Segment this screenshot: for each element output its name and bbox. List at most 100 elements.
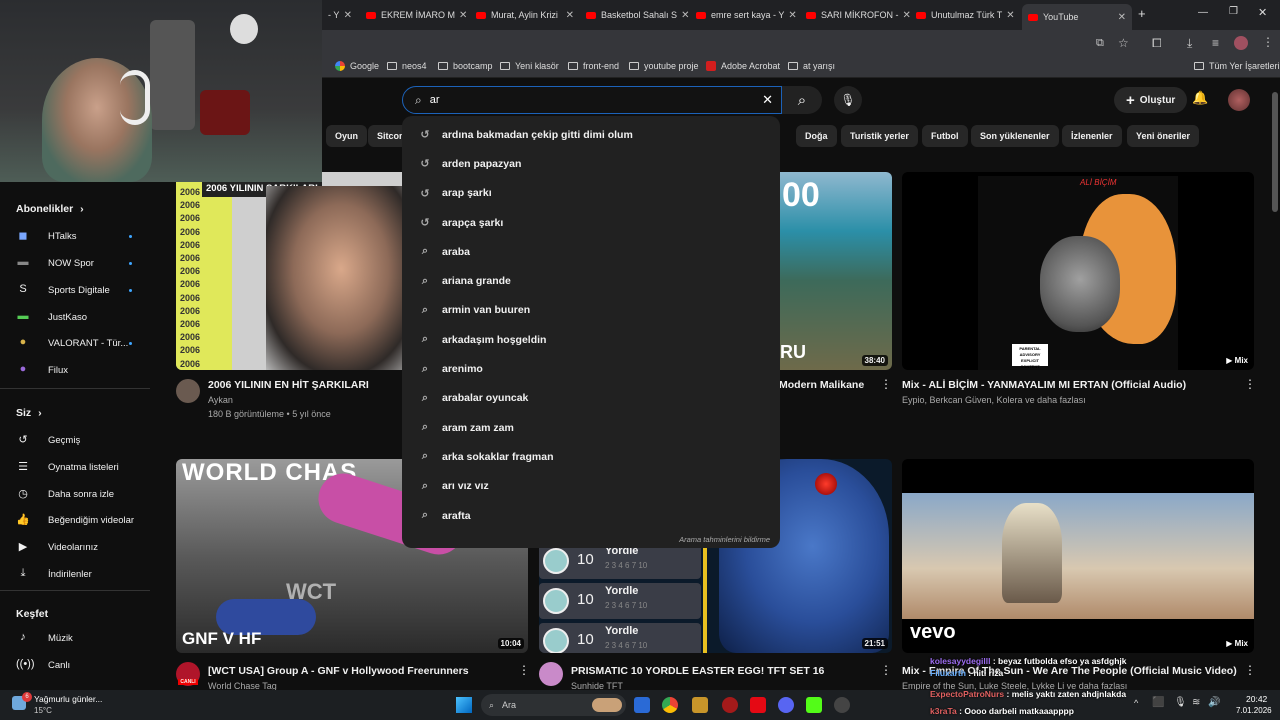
video-title[interactable]: 2006 YILININ EN HİT ŞARKILARI [208, 379, 369, 391]
new-tab-icon[interactable]: + [1138, 6, 1146, 21]
browser-tab[interactable]: Basketbol Sahalı S ✕ [580, 4, 690, 26]
bookmark-item[interactable]: bootcamp [438, 61, 493, 71]
clear-search-icon[interactable]: ✕ [762, 92, 773, 108]
suggestion-item[interactable]: ↺ arden papazyan [402, 149, 780, 178]
suggestion-item[interactable]: ⌕ arkadaşım hoşgeldin [402, 325, 780, 354]
suggestion-item[interactable]: ⌕ arabalar oyuncak [402, 384, 780, 413]
browser-tab-active[interactable]: YouTube ✕ [1022, 4, 1132, 30]
close-tab-icon[interactable]: ✕ [340, 10, 352, 21]
sidebar-item-history[interactable]: ↺ Geçmiş [16, 433, 136, 447]
suggestion-item[interactable]: ↺ arap şarkı [402, 179, 780, 208]
close-tab-icon[interactable]: ✕ [677, 10, 689, 21]
file-explorer-icon[interactable] [692, 697, 708, 713]
close-window-icon[interactable]: ✕ [1258, 6, 1267, 19]
suggestion-item[interactable]: ⌕ ariana grande [402, 266, 780, 295]
bookmark-item[interactable]: Yeni klasör [500, 61, 559, 71]
more-options-icon[interactable]: ⋮ [518, 663, 530, 677]
bookmark-item[interactable]: youtube proje [629, 61, 699, 71]
close-tab-icon[interactable]: ✕ [899, 10, 910, 21]
channel-avatar[interactable]: CANLI [176, 662, 200, 686]
windows-start-icon[interactable] [456, 697, 472, 713]
sidebar-item-subscription[interactable]: S Sports Digitale [16, 283, 136, 297]
suggestion-item[interactable]: ↺ arapça şarkı [402, 208, 780, 237]
maximize-icon[interactable]: ❐ [1229, 6, 1238, 17]
suggestion-item[interactable]: ↺ ardına bakmadan çekip gitti dimi olum [402, 120, 780, 149]
page-scrollbar[interactable] [1272, 92, 1278, 212]
account-avatar[interactable] [1228, 89, 1250, 111]
browser-tab[interactable]: emre sert kaya - Y ✕ [690, 4, 800, 26]
sidebar-item-your-videos[interactable]: ▶ Videolarınız [16, 540, 136, 554]
kick-taskbar-icon[interactable] [806, 697, 822, 713]
sidebar-item-subscription[interactable]: ▬ JustKaso [16, 310, 136, 324]
search-button[interactable]: ⌕ [782, 86, 822, 114]
sidebar-item-subscription[interactable]: ● VALORANT - Tür... [16, 336, 136, 350]
suggestion-item[interactable]: ⌕ armin van buuren [402, 296, 780, 325]
chrome-taskbar-icon[interactable] [662, 697, 678, 713]
close-tab-icon[interactable]: ✕ [1002, 10, 1014, 21]
suggestion-item[interactable]: ⌕ araba [402, 237, 780, 266]
weather-title[interactable]: Yağmurlu günler... [34, 694, 102, 704]
sidebar-item-playlists[interactable]: ☰ Oynatma listeleri [16, 460, 136, 474]
download-icon[interactable]: ⤓ [1187, 36, 1192, 51]
close-tab-icon[interactable]: ✕ [455, 10, 467, 21]
app-taskbar-icon[interactable] [722, 697, 738, 713]
sidebar-item-subscription[interactable]: ▬ NOW Spor [16, 256, 136, 270]
sidebar-item-watch-later[interactable]: ◷ Daha sonra izle [16, 487, 136, 501]
video-title[interactable]: [WCT USA] Group A - GNF v Hollywood Free… [208, 665, 469, 677]
video-thumbnail[interactable]: vevo ▶ Mix [902, 459, 1254, 653]
more-options-icon[interactable]: ⋮ [1244, 663, 1256, 677]
browser-tab[interactable]: - Y ✕ [322, 4, 358, 26]
more-options-icon[interactable]: ⋮ [1244, 377, 1256, 391]
suggestion-item[interactable]: ⌕ arafta [402, 501, 780, 530]
voice-search-button[interactable]: 🎙 [834, 86, 862, 114]
volume-icon[interactable]: 🔊 [1208, 697, 1220, 708]
sidebar-item-liked[interactable]: 👍 Beğendiğim videolar [16, 513, 136, 527]
microphone-icon[interactable]: 🎙 [1174, 697, 1187, 708]
report-suggestions-link[interactable]: Arama tahminlerini bildirme [679, 535, 770, 544]
video-title[interactable]: Modern Malikane [779, 379, 864, 391]
suggestion-item[interactable]: ⌕ arka sokaklar fragman [402, 442, 780, 471]
video-title[interactable]: PRISMATIC 10 YORDLE EASTER EGG! TFT SET … [571, 665, 824, 677]
close-tab-icon[interactable]: ✕ [562, 10, 574, 21]
wifi-icon[interactable]: ≋ [1192, 697, 1200, 708]
suggestion-item[interactable]: ⌕ arenimo [402, 354, 780, 383]
browser-tab[interactable]: SARI MİKROFON - ✕ [800, 4, 910, 26]
task-view-icon[interactable] [634, 697, 650, 713]
sidebar-item-subscription[interactable]: ◼ HTalks [16, 229, 136, 243]
channel-name[interactable]: Aykan [208, 395, 233, 405]
sidebar-item-downloads[interactable]: ⤓ İndirilenler [16, 567, 136, 581]
chip[interactable]: Doğa [796, 125, 837, 147]
browser-tab[interactable]: EKREM İMARO M ✕ [360, 4, 470, 26]
profile-avatar[interactable] [1234, 36, 1248, 50]
channel-avatar[interactable] [176, 379, 200, 403]
browser-tab[interactable]: Murat, Aylin Krizi ✕ [470, 4, 580, 26]
chip[interactable]: Oyun [326, 125, 368, 147]
video-thumbnail[interactable]: ALİ BİÇİM PARENTAL ADVISORY EXPLICIT CON… [902, 172, 1254, 370]
more-options-icon[interactable]: ⋮ [880, 377, 892, 391]
search-input[interactable]: ar [430, 94, 762, 106]
taskbar-search[interactable]: ⌕ Ara [481, 694, 626, 716]
browser-tab[interactable]: Unutulmaz Türk T ✕ [910, 4, 1020, 26]
minimize-icon[interactable]: — [1198, 7, 1208, 18]
media-control-icon[interactable]: ≡ [1212, 36, 1219, 50]
tray-app-icon[interactable]: ⬛ [1152, 697, 1164, 708]
chip[interactable]: Futbol [922, 125, 968, 147]
chip[interactable]: Turistik yerler [841, 125, 918, 147]
close-tab-icon[interactable]: ✕ [1114, 12, 1126, 23]
chip[interactable]: İzlenenler [1062, 125, 1122, 147]
all-bookmarks[interactable]: Tüm Yer İşaretleri [1194, 61, 1280, 71]
netflix-taskbar-icon[interactable] [750, 697, 766, 713]
suggestion-item[interactable]: ⌕ aram zam zam [402, 413, 780, 442]
channel-avatar[interactable] [539, 662, 563, 686]
notifications-bell-icon[interactable]: 🔔 [1192, 90, 1208, 106]
bookmark-item[interactable]: at yarışı [788, 61, 835, 71]
bookmark-item[interactable]: Adobe Acrobat [706, 61, 780, 71]
more-options-icon[interactable]: ⋮ [880, 663, 892, 677]
discord-taskbar-icon[interactable] [778, 697, 794, 713]
sidebar-item-live[interactable]: ((•)) Canlı [16, 658, 136, 672]
tray-overflow-icon[interactable]: ^ [1134, 698, 1138, 708]
menu-dots-icon[interactable]: ⋮ [1262, 35, 1274, 49]
clock-date[interactable]: 7.01.2026 [1236, 706, 1272, 715]
suggestion-item[interactable]: ⌕ arı vız vız [402, 472, 780, 501]
sidebar-item-subscription[interactable]: ● Filux [16, 363, 136, 377]
